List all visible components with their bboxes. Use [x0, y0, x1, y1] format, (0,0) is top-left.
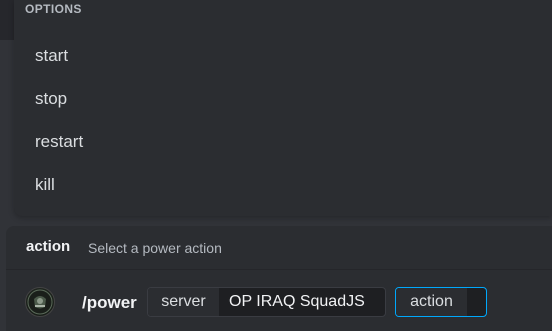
option-label: stop [35, 89, 68, 108]
parameter-name: action [26, 238, 71, 255]
server-option-value: OP IRAQ SquadJS [229, 293, 365, 310]
app-avatar-icon [25, 287, 55, 317]
option-label: kill [35, 175, 55, 194]
option-stop[interactable]: stop [14, 79, 552, 119]
option-label: restart [35, 132, 84, 151]
action-option-chip[interactable]: action [395, 287, 487, 317]
option-kill[interactable]: kill [14, 165, 552, 205]
server-option-key: server [148, 288, 219, 316]
server-option-chip[interactable]: server OP IRAQ SquadJS [147, 287, 386, 317]
option-restart[interactable]: restart [14, 122, 552, 162]
action-option-key: action [396, 288, 467, 316]
command-name[interactable]: /power [82, 293, 137, 313]
autocomplete-menu: OPTIONS start stop restart kill [14, 0, 552, 216]
option-start[interactable]: start [14, 36, 552, 76]
command-input-row: /power server OP IRAQ SquadJS action [6, 270, 552, 331]
options-header: OPTIONS [25, 2, 82, 16]
parameter-header: action Select a power action [6, 226, 552, 270]
parameter-description: Select a power action [88, 240, 222, 256]
option-label: start [35, 46, 69, 65]
